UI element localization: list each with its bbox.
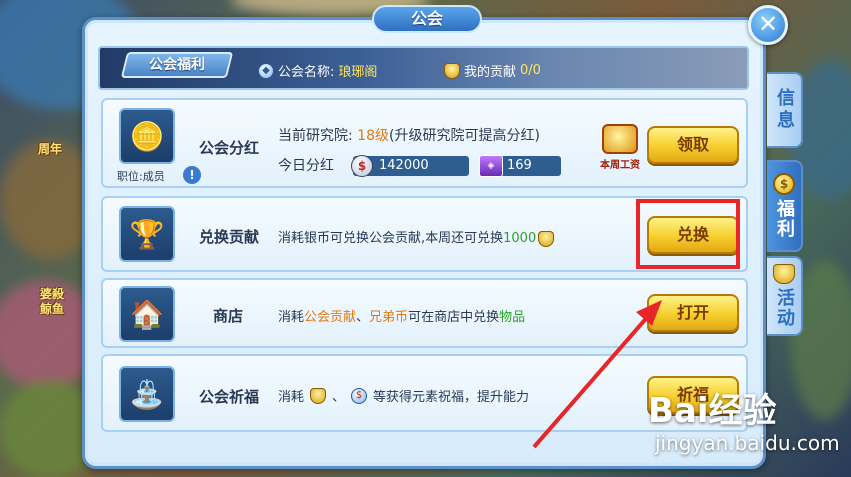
watermark: Bai经验 jingyan.baidu.com <box>648 383 840 463</box>
watermark-url: jingyan.baidu.com <box>655 431 840 455</box>
watermark-logo: Bai经验 <box>648 391 777 431</box>
